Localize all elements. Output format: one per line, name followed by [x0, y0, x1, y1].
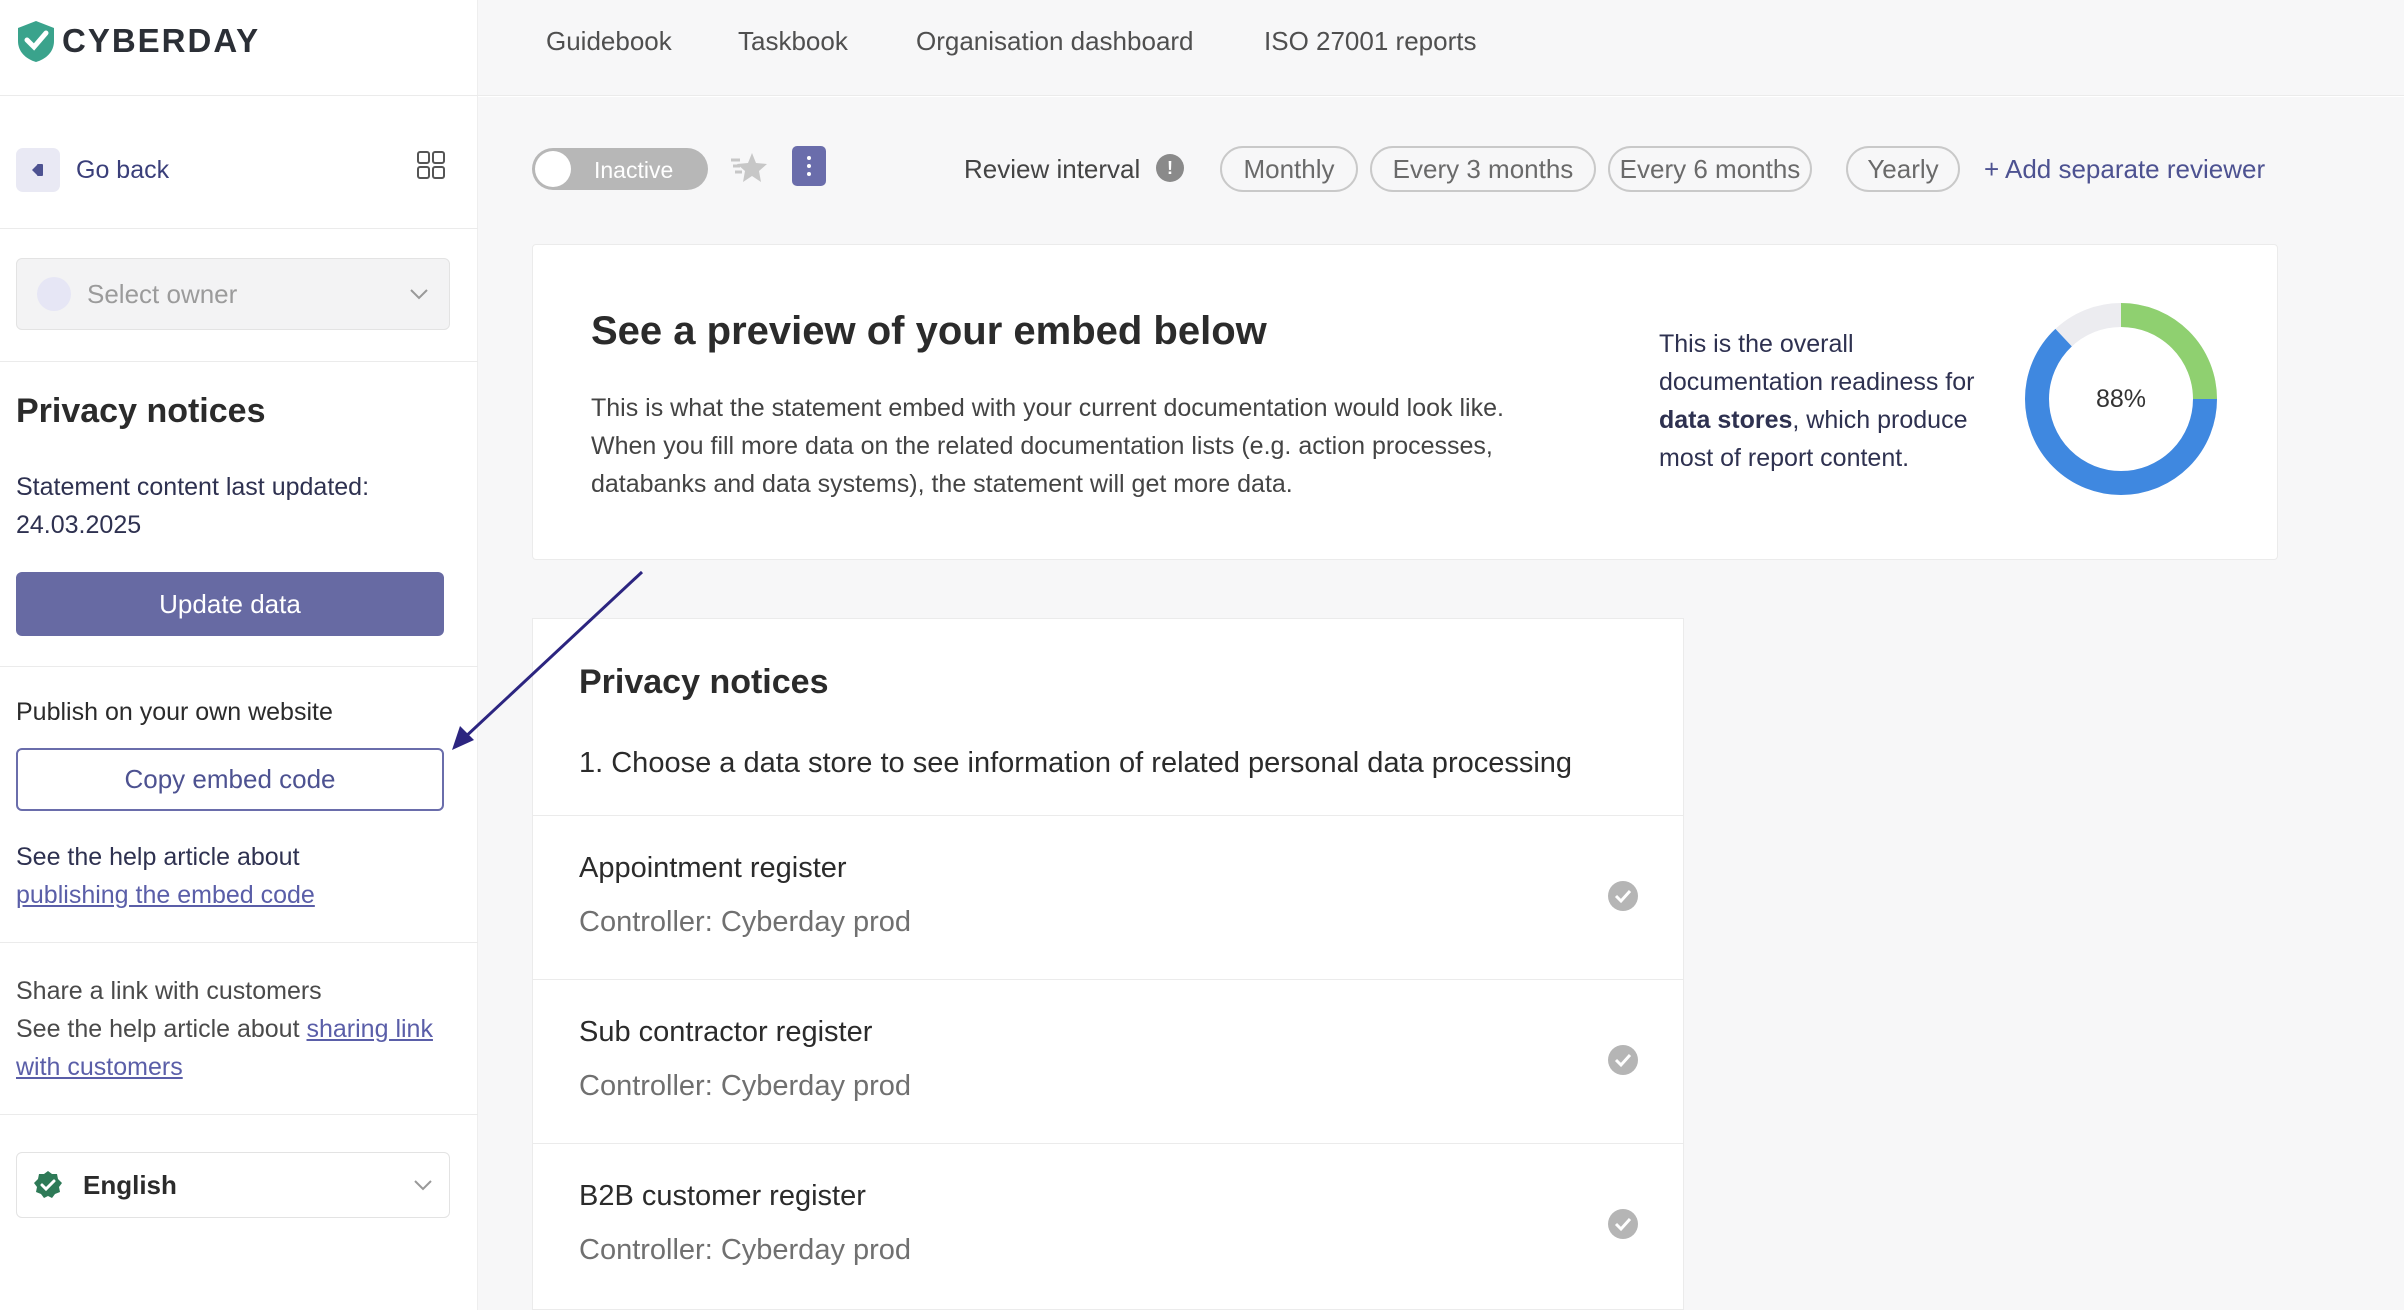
divider: [0, 228, 478, 229]
share-help-label: See the help article about: [16, 1015, 300, 1043]
divider: [0, 942, 478, 943]
brand-name: CYBERDAY: [62, 22, 261, 59]
nav-taskbook[interactable]: Taskbook: [738, 26, 848, 57]
embed-help-text: See the help article about publishing th…: [16, 838, 315, 914]
grid-view-icon[interactable]: [416, 150, 446, 180]
register-name: Appointment register: [579, 852, 847, 884]
add-separate-reviewer-link[interactable]: + Add separate reviewer: [1984, 154, 2265, 185]
section-title: Privacy notices: [16, 392, 266, 430]
donut-percent-label: 88%: [2096, 385, 2146, 413]
last-updated-label: Statement content last updated:: [16, 473, 370, 501]
share-section: Share a link with customers See the help…: [16, 972, 456, 1086]
embed-help-label: See the help article about: [16, 843, 300, 871]
divider: [0, 95, 478, 96]
readiness-donut-chart: 88%: [2025, 303, 2217, 495]
list-item[interactable]: Sub contractor register Controller: Cybe…: [533, 979, 1683, 1143]
check-circle-icon: [1608, 881, 1638, 911]
register-controller: Controller: Cyberday prod: [579, 1234, 912, 1266]
check-circle-icon: [1608, 1209, 1638, 1239]
check-circle-icon: [1608, 1045, 1638, 1075]
active-toggle[interactable]: Inactive: [532, 148, 708, 190]
last-updated: Statement content last updated: 24.03.20…: [16, 468, 369, 544]
embed-instruction: 1. Choose a data store to see informatio…: [579, 747, 1573, 779]
interval-every-6-months[interactable]: Every 6 months: [1608, 146, 1812, 192]
readiness-pre: This is the overall documentation readin…: [1659, 330, 1975, 396]
review-interval-label: Review interval: [964, 154, 1141, 184]
preview-description: This is what the statement embed with yo…: [591, 389, 1601, 503]
back-arrow-icon: [16, 148, 60, 192]
toggle-knob: [535, 151, 571, 187]
go-back-link[interactable]: Go back: [16, 148, 169, 192]
interval-monthly[interactable]: Monthly: [1220, 146, 1358, 192]
publishing-help-link[interactable]: publishing the embed code: [16, 881, 315, 909]
list-item[interactable]: Appointment register Controller: Cyberda…: [533, 815, 1683, 979]
more-options-icon[interactable]: [792, 146, 826, 186]
interval-yearly[interactable]: Yearly: [1846, 146, 1960, 192]
divider: [0, 361, 478, 362]
last-updated-date: 24.03.2025: [16, 511, 142, 539]
share-label: Share a link with customers: [16, 977, 322, 1005]
go-back-label: Go back: [76, 155, 170, 184]
nav-organisation-dashboard[interactable]: Organisation dashboard: [916, 26, 1194, 57]
chevron-down-icon: [410, 289, 428, 300]
divider: [0, 666, 478, 667]
update-data-button[interactable]: Update data: [16, 572, 444, 636]
star-icon[interactable]: [728, 148, 770, 188]
language-value: English: [83, 1169, 177, 1200]
chevron-down-icon: [414, 1180, 432, 1191]
sidebar: CYBERDAY Go back Select owner Privacy no…: [0, 0, 478, 1310]
readiness-bold: data stores: [1659, 406, 1793, 434]
privacy-notices-embed: Privacy notices 1. Choose a data store t…: [532, 618, 1684, 1310]
publish-label: Publish on your own website: [16, 698, 333, 726]
nav-iso-27001-reports[interactable]: ISO 27001 reports: [1264, 26, 1476, 57]
verified-badge-icon: [34, 1171, 62, 1198]
register-name: B2B customer register: [579, 1180, 866, 1212]
nav-guidebook[interactable]: Guidebook: [546, 26, 672, 57]
owner-select-placeholder: Select owner: [87, 278, 238, 309]
brand-logo[interactable]: CYBERDAY: [16, 18, 260, 64]
toggle-status: Inactive: [594, 157, 674, 183]
avatar: [37, 277, 71, 311]
top-navigation: Guidebook Taskbook Organisation dashboar…: [478, 0, 2404, 96]
readiness-text: This is the overall documentation readin…: [1659, 325, 2009, 477]
interval-every-3-months[interactable]: Every 3 months: [1370, 146, 1596, 192]
annotation-arrow-icon: [452, 570, 644, 750]
preview-line: This is what the statement embed with yo…: [591, 394, 1504, 422]
info-icon[interactable]: !: [1156, 154, 1184, 182]
list-item[interactable]: B2B customer register Controller: Cyberd…: [533, 1143, 1683, 1307]
cyberday-logo-icon: [18, 21, 54, 62]
preview-line: databanks and data systems), the stateme…: [591, 470, 1293, 498]
preview-title: See a preview of your embed below: [591, 309, 1267, 353]
divider: [0, 1114, 478, 1115]
embed-preview-card: See a preview of your embed below This i…: [532, 244, 2278, 560]
register-controller: Controller: Cyberday prod: [579, 906, 912, 938]
language-select[interactable]: English: [16, 1152, 450, 1218]
preview-line: When you fill more data on the related d…: [591, 432, 1493, 460]
owner-select[interactable]: Select owner: [16, 258, 450, 330]
copy-embed-code-button[interactable]: Copy embed code: [16, 748, 444, 811]
register-name: Sub contractor register: [579, 1016, 873, 1048]
register-controller: Controller: Cyberday prod: [579, 1070, 912, 1102]
